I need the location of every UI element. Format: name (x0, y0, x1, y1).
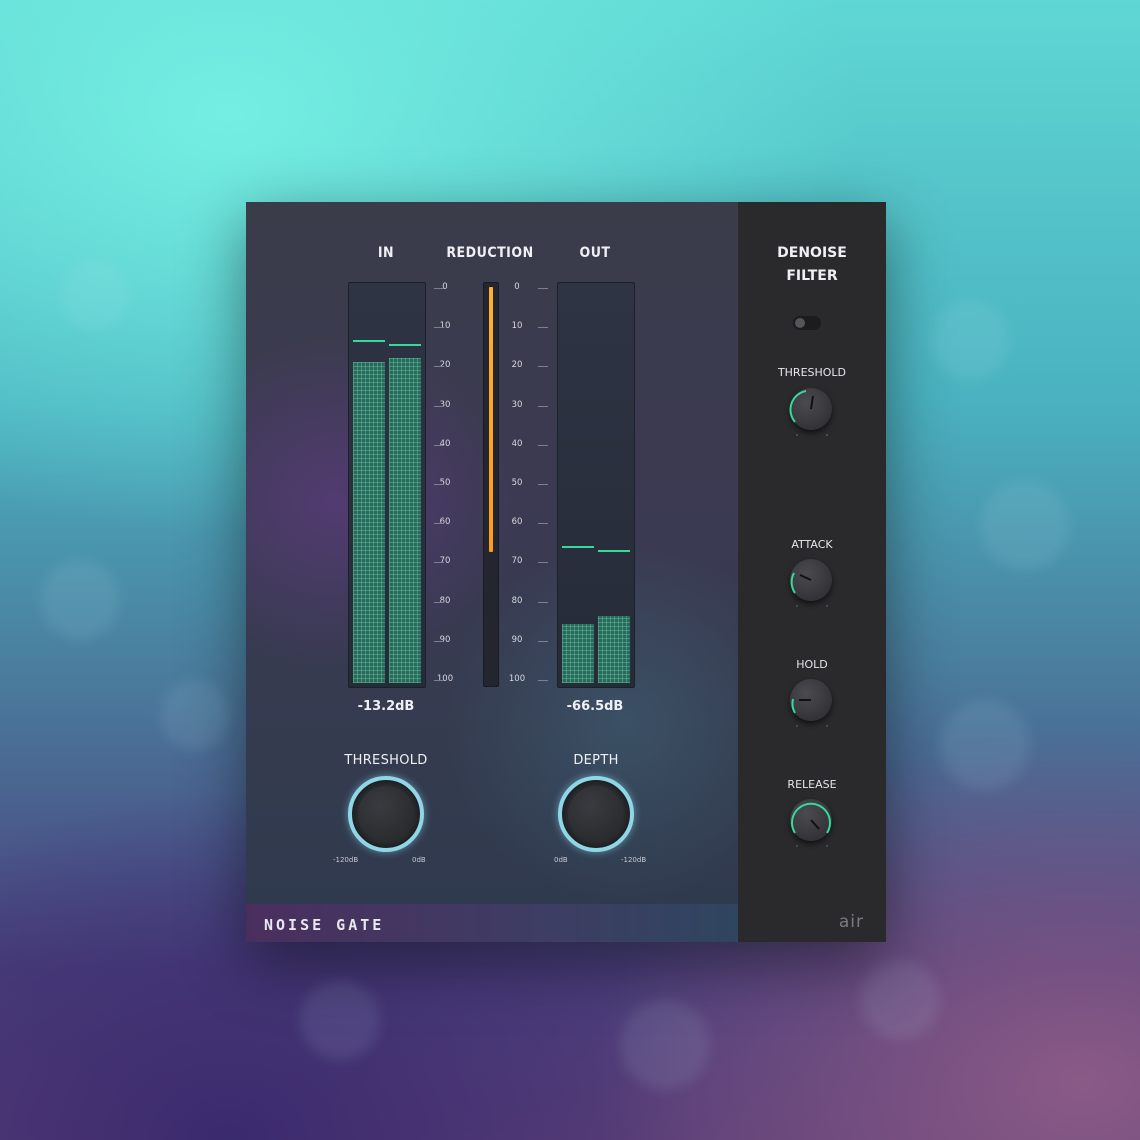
out-meter-label: OUT (579, 245, 611, 261)
scale-left-tick (434, 405, 444, 407)
knob-range-dots (796, 725, 828, 729)
scale-left-tick (434, 523, 444, 525)
scale-left-label: 90 (439, 634, 451, 645)
scale-left-label: 60 (439, 517, 451, 528)
release-label: RELEASE (787, 778, 837, 791)
main-panel: IN REDUCTION OUT -13.2dB -66.5dB THRESHO… (246, 202, 738, 942)
threshold-knob[interactable] (348, 776, 424, 852)
knob-arc (790, 572, 812, 594)
knob-range-dots (796, 605, 828, 609)
knob-arc (791, 698, 811, 714)
denoise-threshold-knob[interactable] (789, 388, 832, 430)
scale-left-tick (434, 444, 444, 446)
scale-right-label: 100 (508, 674, 526, 684)
reduction-fill (489, 287, 493, 552)
output-readout: -66.5dB (566, 699, 624, 714)
denoise-sidebar: DENOISE FILTER THRESHOLD ATTACK HOLD RELE… (738, 202, 886, 942)
output-left-peak (562, 546, 594, 548)
depth-min-label: 0dB (554, 856, 568, 864)
output-level-meter (557, 282, 635, 688)
denoise-filter-title: DENOISE FILTER (738, 242, 886, 288)
scale-left-tick (434, 640, 444, 642)
reduction-meter (483, 282, 499, 687)
scale-left-label: 70 (439, 556, 451, 567)
depth-label: DEPTH (573, 753, 619, 768)
scale-left-tick (434, 288, 444, 289)
scale-right-tick (538, 366, 548, 368)
knob-range-dots (796, 434, 828, 438)
scale-right-label: 10 (511, 321, 523, 332)
scale-left-label: 30 (439, 399, 451, 410)
input-right-bar (389, 358, 421, 683)
scale-left-label: 100 (436, 674, 454, 684)
release-knob[interactable] (790, 799, 832, 841)
scale-right-label: 0 (514, 282, 520, 292)
scale-right-tick (538, 288, 548, 289)
input-level-meter (348, 282, 426, 688)
scale-right-label: 70 (511, 556, 523, 567)
attack-label: ATTACK (791, 538, 833, 551)
toggle-knob (795, 318, 805, 328)
noise-gate-plugin: IN REDUCTION OUT -13.2dB -66.5dB THRESHO… (246, 202, 886, 942)
scale-left-label: 50 (439, 478, 451, 488)
output-right-peak (598, 550, 630, 552)
scale-right-label: 60 (511, 517, 523, 528)
scale-right-tick (538, 601, 548, 603)
knob-arc (789, 390, 814, 423)
input-left-peak (353, 340, 385, 342)
scale-right-label: 20 (511, 360, 523, 371)
scale-right-tick (538, 484, 548, 485)
knob-arc (791, 802, 831, 834)
threshold-label: THRESHOLD (344, 753, 428, 768)
plugin-title: NOISE GATE (264, 916, 385, 934)
scale-left-label: 80 (439, 595, 451, 606)
scale-left-label: 10 (439, 321, 451, 332)
scale-left-tick (434, 366, 444, 368)
scale-left-label: 20 (439, 360, 451, 371)
output-right-bar (598, 616, 630, 683)
hold-label: HOLD (796, 658, 828, 671)
scale-left-tick (434, 327, 444, 329)
scale-right-tick (538, 680, 548, 681)
denoise-title-line: DENOISE (777, 245, 847, 261)
scale-right-tick (538, 640, 548, 642)
denoise-title-line: FILTER (786, 268, 838, 284)
scale-right-label: 40 (511, 438, 523, 449)
input-left-bar (353, 362, 385, 683)
denoise-toggle[interactable] (793, 316, 821, 330)
scale-right-label: 50 (511, 478, 523, 488)
scale-left-tick (434, 601, 444, 603)
scale-left-tick (434, 680, 444, 681)
scale-right-tick (538, 444, 548, 446)
threshold-min-label: -120dB (333, 856, 359, 864)
scale-left-label: 0 (442, 282, 448, 292)
scale-right-label: 30 (511, 399, 523, 410)
scale-left-tick (434, 562, 444, 564)
scale-right-tick (538, 523, 548, 525)
scale-right-tick (538, 327, 548, 329)
scale-left-tick (434, 484, 444, 485)
knob-range-dots (796, 845, 828, 849)
depth-max-label: -120dB (621, 856, 647, 864)
air-logo: air (838, 912, 864, 932)
footer-bar: NOISE GATE (246, 904, 738, 942)
output-left-bar (562, 624, 594, 683)
scale-right-label: 80 (511, 595, 523, 606)
attack-knob[interactable] (790, 559, 832, 601)
scale-right-tick (538, 405, 548, 407)
input-readout: -13.2dB (357, 699, 415, 714)
in-meter-label: IN (377, 245, 395, 261)
reduction-label: REDUCTION (446, 245, 534, 261)
threshold-max-label: 0dB (412, 856, 426, 864)
scale-right-tick (538, 562, 548, 564)
scale-right-label: 90 (511, 634, 523, 645)
hold-knob[interactable] (790, 679, 832, 721)
input-right-peak (389, 344, 421, 346)
denoise-threshold-label: THRESHOLD (777, 366, 847, 379)
scale-left-label: 40 (439, 438, 451, 449)
depth-knob[interactable] (558, 776, 634, 852)
